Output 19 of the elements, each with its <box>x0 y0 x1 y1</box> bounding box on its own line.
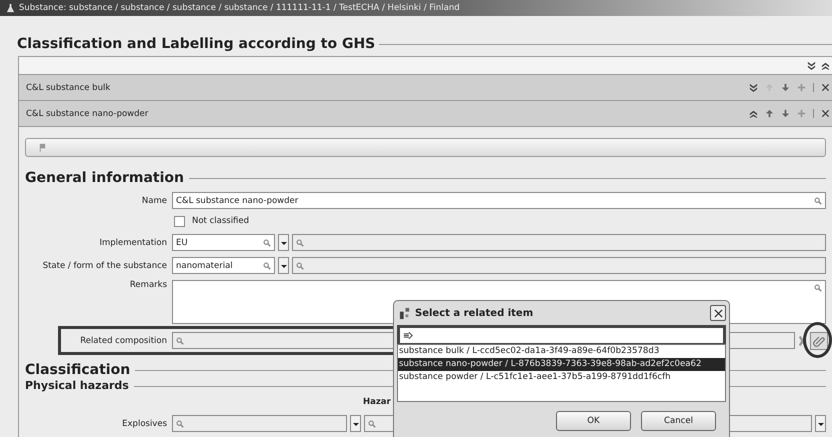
column-header: Hazar <box>363 397 391 407</box>
field-label: State / form of the substance <box>42 260 168 270</box>
checkbox-label: Not classified <box>192 216 250 226</box>
page-heading: Classification and Labelling according to GHS <box>17 36 376 52</box>
field-value: nanomaterial <box>176 260 233 270</box>
section-title: C&L substance bulk <box>26 82 110 92</box>
section-title: C&L substance nano-powder <box>26 108 148 118</box>
field-value: EU <box>176 238 188 248</box>
field-value: C&L substance nano-powder <box>176 196 298 206</box>
window-title: Substance: substance / substance / substance / substance / 111111-11-1 / TestECHA / Helsinki / Finland <box>19 3 460 13</box>
field-label: Implementation <box>98 238 168 248</box>
field-label: Name <box>140 196 168 206</box>
field-label: Remarks <box>128 280 168 290</box>
field-label: Explosives <box>121 418 168 428</box>
field-label: Related composition <box>79 336 168 346</box>
section-heading: Classification <box>25 362 130 378</box>
section-heading: General information <box>25 170 184 186</box>
dialog-title: Select a related item <box>415 308 534 318</box>
subsection-heading: Physical hazards <box>25 379 129 392</box>
